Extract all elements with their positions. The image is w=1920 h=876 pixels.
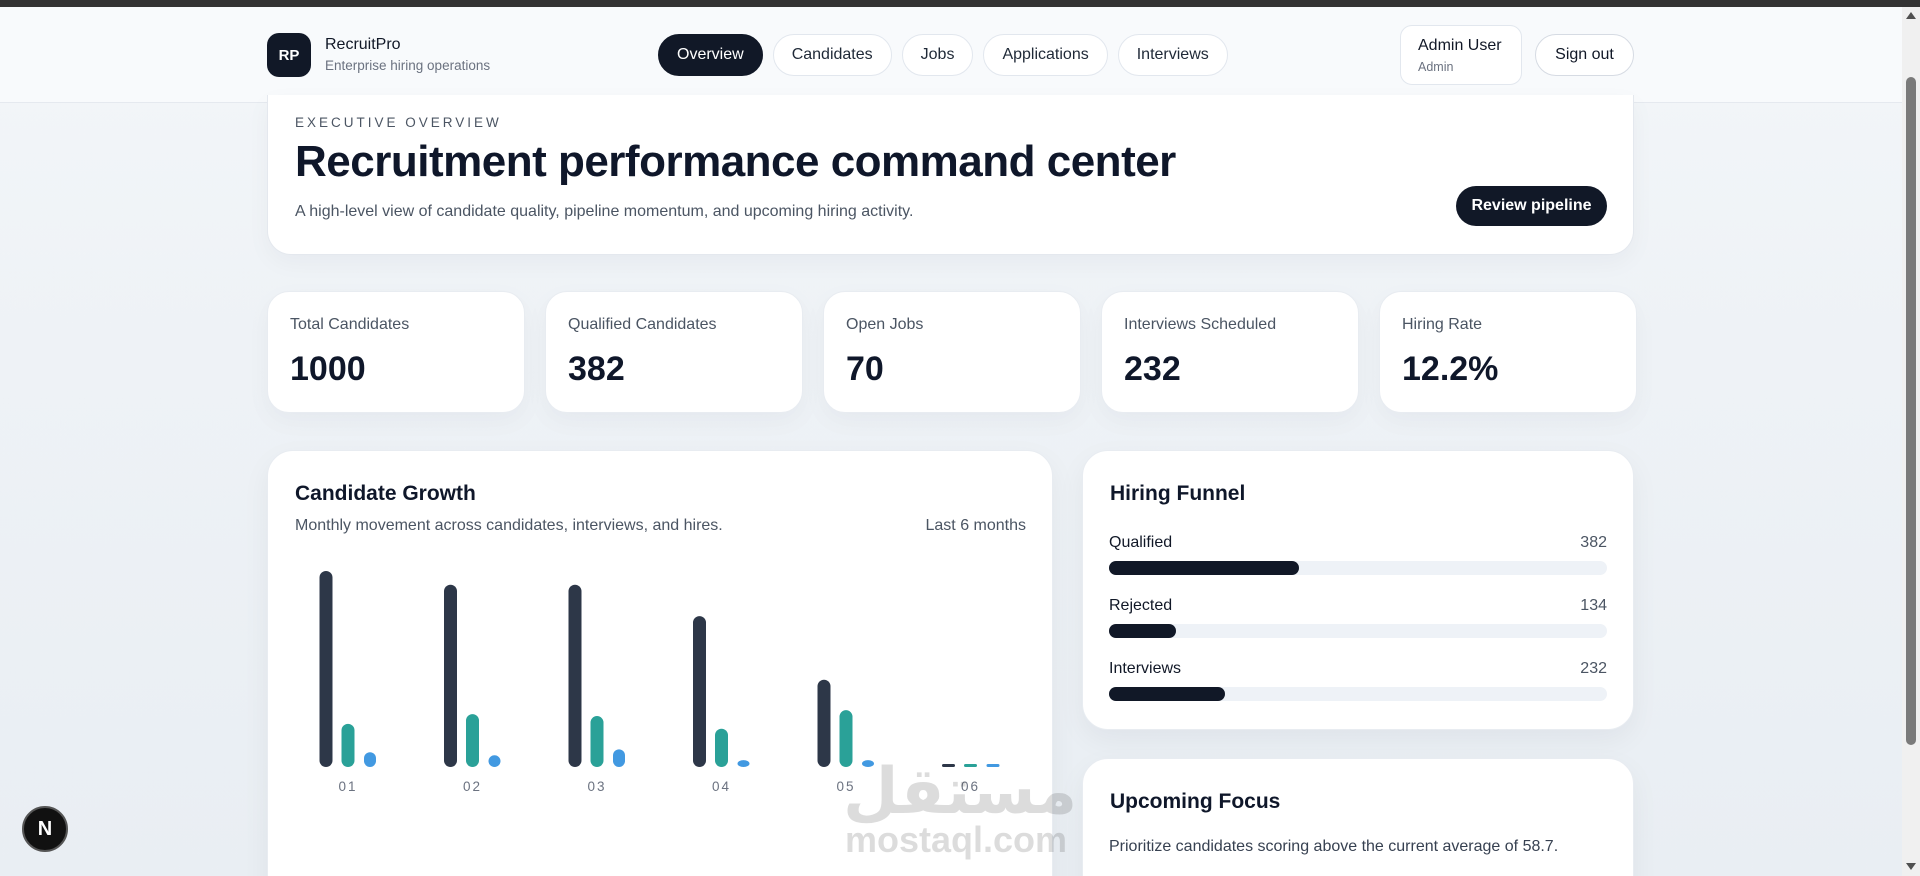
funnel-bar — [1109, 624, 1176, 638]
upcoming-focus-card: Upcoming Focus Prioritize candidates sco… — [1082, 758, 1634, 876]
scroll-up-arrow-icon[interactable] — [1906, 12, 1916, 19]
user-menu[interactable]: Admin User Admin — [1400, 25, 1522, 85]
chart-bar-01-s1 — [341, 723, 355, 767]
nav-applications[interactable]: Applications — [983, 34, 1108, 76]
watermark-latin: mostaql.com — [845, 819, 1068, 860]
brand-logo[interactable]: RP — [267, 33, 311, 77]
dev-tools-badge[interactable]: N — [22, 806, 68, 852]
funnel-track — [1109, 624, 1607, 638]
user-name: Admin User — [1418, 37, 1502, 54]
card-title: Upcoming Focus — [1110, 790, 1281, 813]
brand-name: RecruitPro — [325, 36, 401, 53]
funnel-value: 382 — [1580, 534, 1607, 551]
chart-bar-02-s1 — [466, 714, 479, 767]
chart-bar-04-s0 — [693, 616, 706, 767]
page-scrollbar[interactable] — [1902, 7, 1920, 876]
chart-bar-02-s0 — [444, 584, 457, 767]
chart-bar-02-s2 — [488, 755, 501, 767]
kpi-label: Total Candidates — [290, 316, 410, 333]
brand-tagline: Enterprise hiring operations — [325, 58, 491, 73]
sign-out-button[interactable]: Sign out — [1535, 34, 1634, 76]
watermark-logo: مستقل mostaql.com — [843, 755, 1077, 865]
funnel-label: Rejected — [1109, 597, 1173, 614]
kpi-label: Qualified Candidates — [568, 316, 717, 333]
hiring-funnel-card: Hiring Funnel Qualified 382 Rejected 134… — [1082, 450, 1634, 730]
card-title: Candidate Growth — [295, 482, 476, 505]
main-nav: Overview Candidates Jobs Applications In… — [658, 34, 1228, 76]
kpi-card-open-jobs: Open Jobs 70 — [823, 291, 1081, 413]
kpi-card-hiring-rate: Hiring Rate 12.2% — [1379, 291, 1637, 413]
review-pipeline-button[interactable]: Review pipeline — [1456, 186, 1607, 226]
hero-card: EXECUTIVE OVERVIEW Recruitment performan… — [267, 95, 1634, 255]
funnel-bar — [1109, 561, 1300, 575]
chart-bar-04-s1 — [715, 728, 728, 767]
kpi-label: Open Jobs — [846, 316, 924, 333]
kpi-value: 382 — [568, 350, 625, 388]
x-tick-label: 02 — [463, 779, 482, 794]
chart-bar-03-s0 — [568, 584, 582, 767]
kpi-value: 232 — [1124, 350, 1181, 388]
chart-bar-03-s1 — [590, 716, 604, 767]
funnel-value: 134 — [1580, 597, 1607, 614]
browser-top-border — [0, 0, 1920, 7]
funnel-bar — [1109, 687, 1225, 701]
card-title: Hiring Funnel — [1110, 482, 1246, 505]
kpi-value: 1000 — [290, 350, 366, 388]
nav-jobs[interactable]: Jobs — [901, 34, 974, 76]
scroll-thumb[interactable] — [1906, 77, 1916, 745]
user-role: Admin — [1418, 60, 1454, 74]
time-range-label: Last 6 months — [925, 517, 1027, 534]
funnel-value: 232 — [1580, 660, 1607, 677]
chart-bar-01-s2 — [364, 752, 376, 767]
chart-bar-04-s2 — [737, 760, 750, 767]
funnel-track — [1109, 561, 1607, 575]
card-subtitle: Monthly movement across candidates, inte… — [295, 517, 723, 534]
kpi-row: Total Candidates 1000 Qualified Candidat… — [267, 291, 1637, 413]
kpi-card-qualified-candidates: Qualified Candidates 382 — [545, 291, 803, 413]
kpi-label: Hiring Rate — [1402, 316, 1483, 333]
hero-description: A high-level view of candidate quality, … — [295, 203, 914, 220]
x-tick-label: 01 — [338, 779, 357, 794]
funnel-label: Interviews — [1109, 660, 1182, 677]
page-title: Recruitment performance command center — [295, 137, 1176, 186]
chart-bar-01-s0 — [319, 571, 333, 767]
kpi-value: 12.2% — [1402, 350, 1499, 388]
nav-overview[interactable]: Overview — [658, 34, 763, 76]
focus-text: Prioritize candidates scoring above the … — [1109, 838, 1559, 855]
kpi-card-interviews-scheduled: Interviews Scheduled 232 — [1101, 291, 1359, 413]
funnel-track — [1109, 687, 1607, 701]
x-tick-label: 04 — [712, 779, 731, 794]
chart-bar-03-s2 — [613, 749, 625, 767]
chart-bar-05-s0 — [817, 679, 831, 767]
kpi-card-total-candidates: Total Candidates 1000 — [267, 291, 525, 413]
kpi-label: Interviews Scheduled — [1124, 316, 1277, 333]
hero-eyebrow: EXECUTIVE OVERVIEW — [295, 115, 502, 130]
nav-candidates[interactable]: Candidates — [772, 34, 892, 76]
funnel-label: Qualified — [1109, 534, 1173, 551]
top-header: RP RecruitPro Enterprise hiring operatio… — [0, 7, 1902, 103]
x-tick-label: 03 — [587, 779, 606, 794]
nav-interviews[interactable]: Interviews — [1117, 34, 1228, 76]
scroll-down-arrow-icon[interactable] — [1906, 863, 1916, 870]
kpi-value: 70 — [846, 350, 884, 388]
watermark-arabic: مستقل — [843, 755, 1078, 829]
